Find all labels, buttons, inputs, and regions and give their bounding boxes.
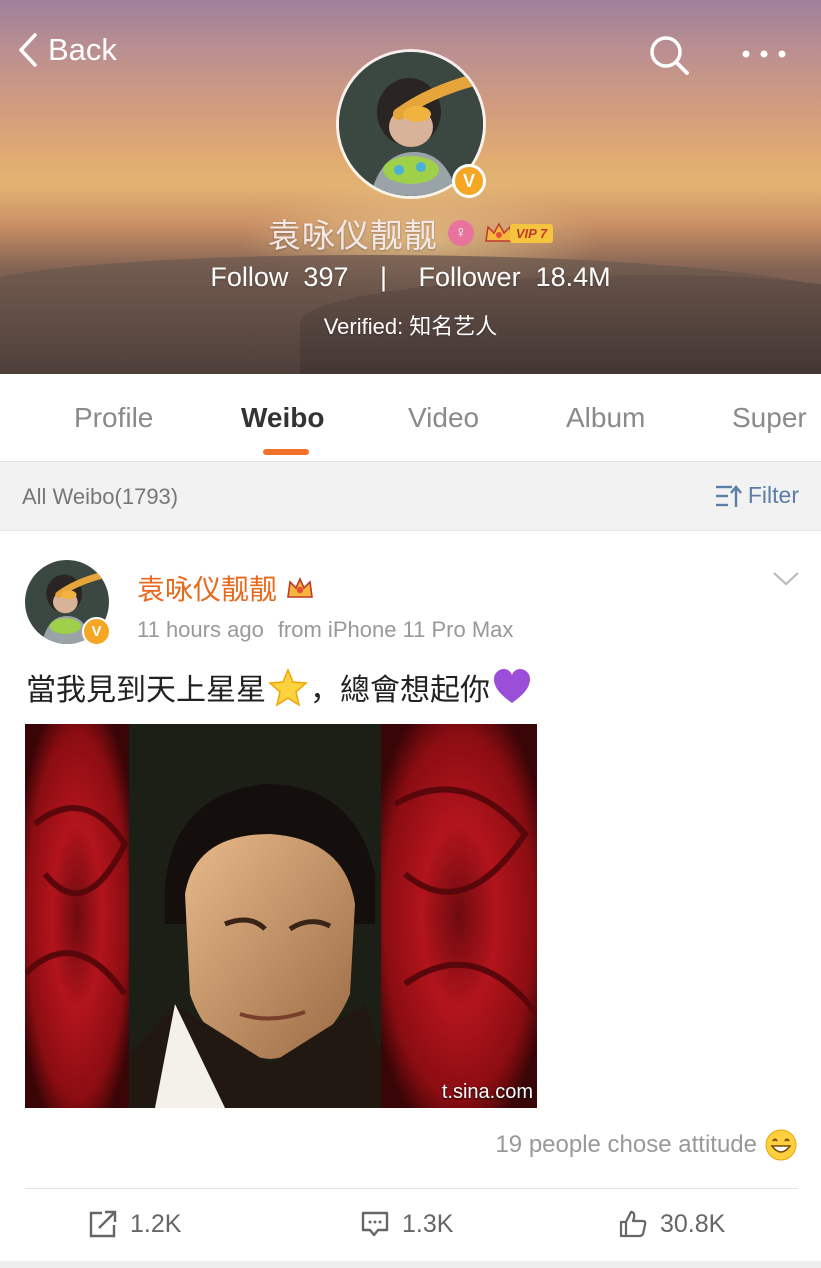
vip-badge[interactable]: VIP 7 <box>484 221 554 245</box>
back-label: Back <box>48 32 117 67</box>
search-icon[interactable] <box>648 34 690 76</box>
tab-video[interactable]: Video <box>408 402 479 434</box>
vip-crown-icon <box>287 577 313 598</box>
post-verified-badge-icon: V <box>82 617 111 646</box>
like-count: 30.8K <box>660 1209 726 1238</box>
filter-button[interactable]: Filter <box>714 482 799 509</box>
post-actions: 1.2K 1.3K 30.8K <box>0 1189 821 1262</box>
purple-heart-emoji-icon <box>494 669 530 703</box>
filter-icon <box>715 484 742 507</box>
post-author-row: 袁咏仪靓靓 <box>137 568 315 608</box>
tab-album[interactable]: Album <box>566 402 645 434</box>
follower-link[interactable]: Follower 18.4M <box>419 262 611 293</box>
follow-link[interactable]: Follow 397 <box>210 262 348 293</box>
profile-username: 袁咏仪靓靓 <box>267 217 438 254</box>
back-button[interactable]: Back <box>18 32 117 68</box>
stats-separator: | <box>380 262 388 292</box>
repost-button[interactable]: 1.2K <box>88 1209 181 1239</box>
post-text: 當我見到天上星星 ，總會想起你 <box>26 665 534 709</box>
vip-level: VIP 7 <box>509 223 554 243</box>
follow-stats: Follow 397 | Follower 18.4M <box>0 262 821 293</box>
chevron-left-icon <box>19 33 37 67</box>
image-watermark: t.sina.com <box>441 1081 533 1103</box>
filter-label: Filter <box>747 482 799 508</box>
verified-description: Verified: 知名艺人 <box>323 314 498 339</box>
thumbs-up-icon <box>619 1210 647 1238</box>
attitude-text: 19 people chose attitude <box>495 1131 757 1158</box>
comment-icon <box>361 1211 389 1237</box>
post-source: from iPhone 11 Pro Max <box>277 617 514 642</box>
filter-bar: All Weibo(1793) Filter <box>0 462 821 531</box>
post-bottom-separator <box>0 1261 821 1268</box>
post-author[interactable]: 袁咏仪靓靓 <box>137 568 277 608</box>
profile-header: Back V 袁咏仪靓靓 ♀ VIP 7 Follow 397 | Follow… <box>0 0 821 374</box>
verified-badge-icon: V <box>452 164 486 198</box>
post-text-part1: 當我見到天上星星 <box>26 674 266 707</box>
tab-profile[interactable]: Profile <box>74 402 153 434</box>
like-button[interactable]: 30.8K <box>618 1209 725 1239</box>
active-tab-indicator <box>263 449 309 455</box>
comment-button[interactable]: 1.3K <box>360 1209 453 1239</box>
profile-tabs: Profile Weibo Video Album Super <box>0 374 821 462</box>
post-time: 11 hours ago <box>137 617 264 642</box>
post-meta: 11 hours ago from iPhone 11 Pro Max <box>137 617 513 643</box>
more-options-icon[interactable] <box>740 44 788 64</box>
post-text-part2: ，總會想起你 <box>310 674 490 707</box>
laughing-emoji-icon <box>765 1129 797 1161</box>
post-image[interactable]: t.sina.com <box>25 724 537 1108</box>
comment-count: 1.3K <box>402 1209 454 1238</box>
profile-name-row: 袁咏仪靓靓 ♀ VIP 7 <box>0 210 821 256</box>
repost-count: 1.2K <box>130 1209 182 1238</box>
chevron-down-icon[interactable] <box>772 571 800 587</box>
repost-icon <box>89 1210 117 1238</box>
weibo-post: V 袁咏仪靓靓 11 hours ago from iPhone 11 Pro M… <box>0 531 821 1268</box>
star-emoji-icon <box>268 668 308 707</box>
weibo-count: All Weibo(1793) <box>22 484 179 509</box>
attitude-summary[interactable]: 19 people chose attitude <box>495 1129 797 1161</box>
female-gender-icon: ♀ <box>447 220 474 246</box>
tab-super[interactable]: Super <box>732 402 807 434</box>
tab-weibo[interactable]: Weibo <box>241 402 324 434</box>
